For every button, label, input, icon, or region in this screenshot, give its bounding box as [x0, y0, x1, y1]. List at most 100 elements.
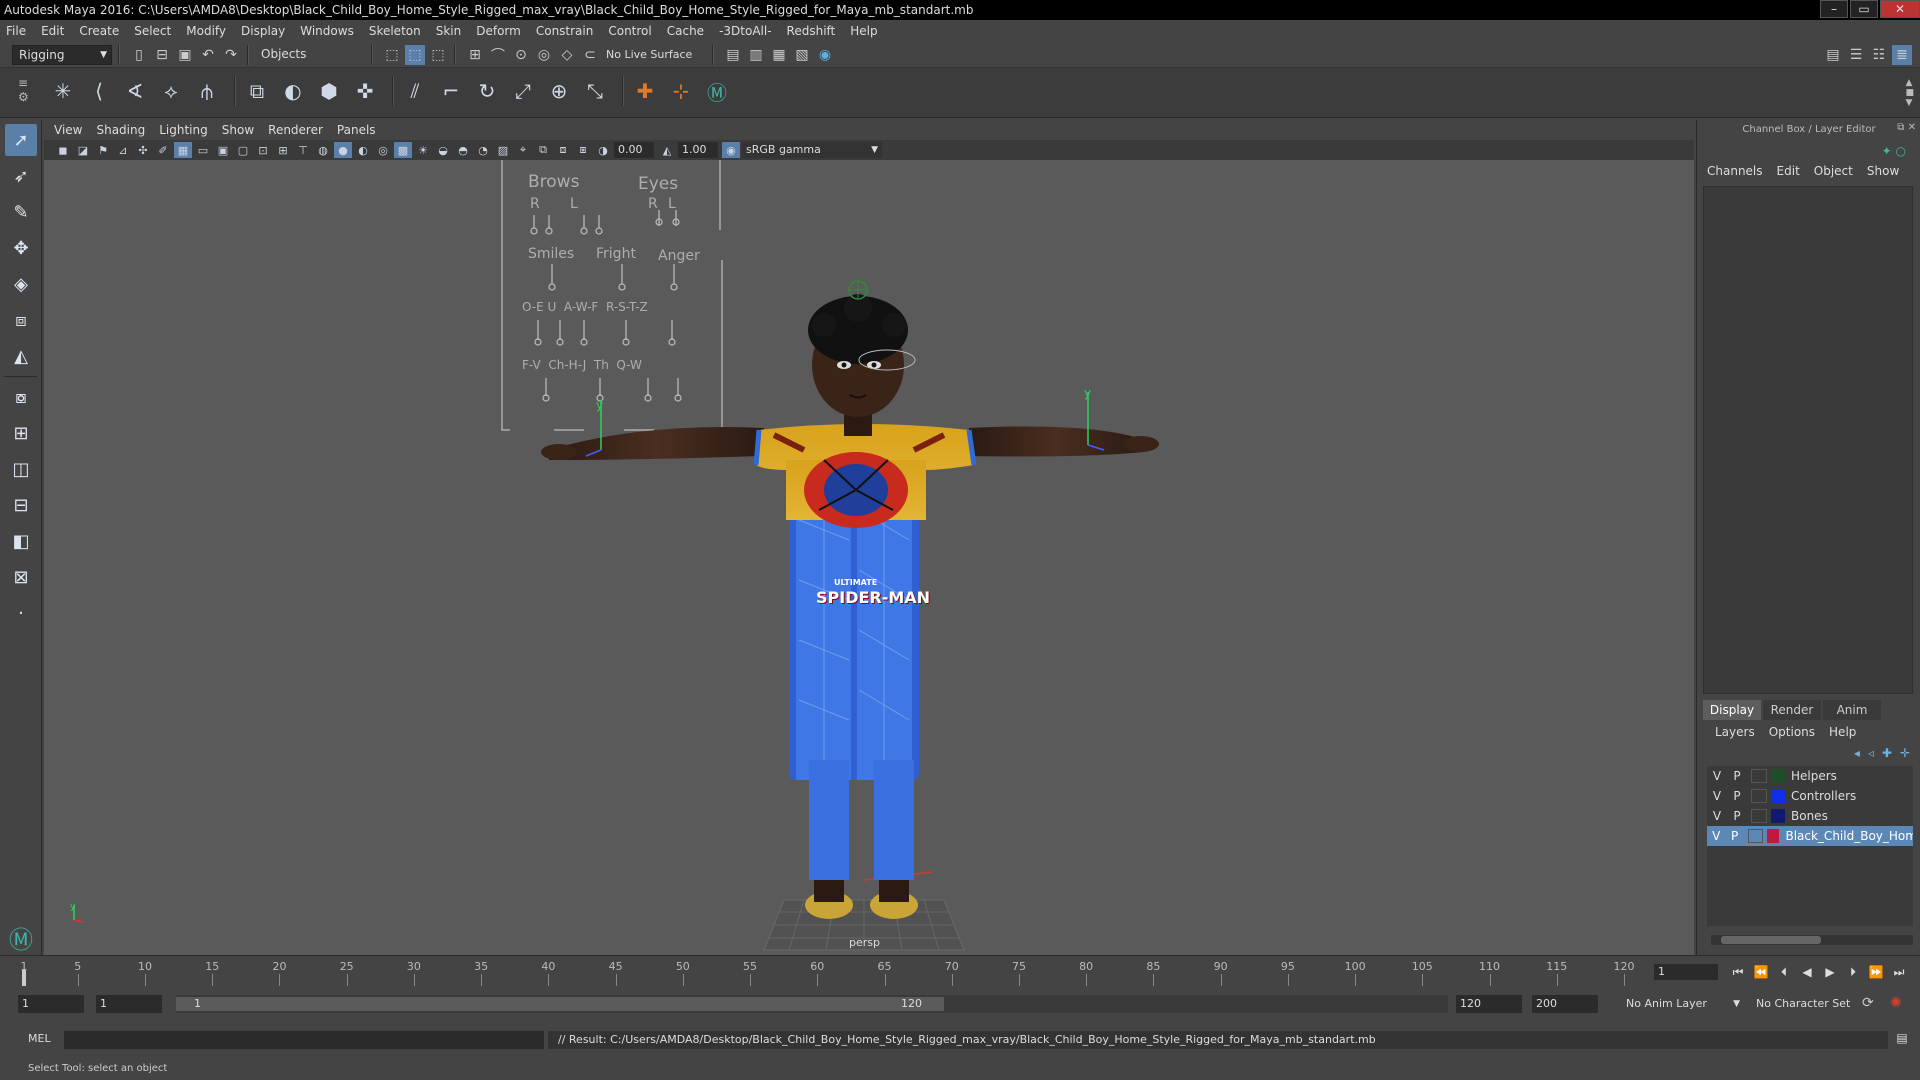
smooth-shade-icon[interactable]: ●: [334, 142, 352, 158]
textured-icon[interactable]: ▩: [394, 142, 412, 158]
layer-color-swatch[interactable]: [1771, 769, 1785, 783]
gate-mask-icon[interactable]: ▢: [234, 142, 252, 158]
close-button[interactable]: ✕: [1880, 0, 1920, 18]
grease-pencil-icon[interactable]: ✐: [154, 142, 172, 158]
menu-cache[interactable]: Cache: [667, 24, 704, 38]
select-hierarchy-icon[interactable]: ⬚: [382, 45, 402, 65]
paint-weights-icon[interactable]: ◐: [278, 76, 308, 106]
two-d-pan-icon[interactable]: ✣: [134, 142, 152, 158]
undo-icon[interactable]: ↶: [198, 45, 218, 65]
scrollbar-thumb[interactable]: [1721, 936, 1821, 944]
plugin-logo-icon[interactable]: Ⓜ: [702, 76, 732, 106]
tool-settings-icon[interactable]: ☷: [1869, 45, 1889, 65]
lattice-icon[interactable]: ⬢: [314, 76, 344, 106]
color-management-icon[interactable]: ◉: [722, 142, 740, 158]
layer-playback-toggle[interactable]: P: [1725, 829, 1743, 843]
new-layer-from-selection-icon[interactable]: ✛: [1900, 746, 1910, 760]
wireframe-on-shaded-icon[interactable]: ◎: [374, 142, 392, 158]
safe-title-icon[interactable]: ⊤: [294, 142, 312, 158]
layer-type-toggle[interactable]: [1751, 789, 1767, 803]
channel-menu-edit[interactable]: Edit: [1777, 164, 1800, 178]
bind-skin-icon[interactable]: ⧉: [242, 76, 272, 106]
parent-constraint-icon[interactable]: ⊕: [544, 76, 574, 106]
tab-render[interactable]: Render: [1763, 700, 1821, 720]
attribute-editor-icon[interactable]: ☰: [1846, 45, 1866, 65]
step-forward-frame-icon[interactable]: ⏵: [1843, 962, 1863, 982]
layer-row[interactable]: V P Helpers: [1707, 766, 1913, 786]
viewport-menu-renderer[interactable]: Renderer: [268, 123, 323, 137]
layer-color-swatch[interactable]: [1766, 829, 1780, 843]
safe-action-icon[interactable]: ⊞: [274, 142, 292, 158]
layer-row[interactable]: V P Bones: [1707, 806, 1913, 826]
channel-menu-show[interactable]: Show: [1867, 164, 1899, 178]
current-time-indicator[interactable]: [22, 970, 26, 986]
render-view-icon[interactable]: ▤: [723, 45, 743, 65]
outliner-layout-icon[interactable]: ⊟: [5, 489, 37, 521]
script-editor-icon[interactable]: ▤: [1892, 1031, 1912, 1049]
multisample-aa-icon[interactable]: ▨: [494, 142, 512, 158]
joint-tool-icon[interactable]: ✳: [48, 76, 78, 106]
menu-skin[interactable]: Skin: [436, 24, 462, 38]
viewport-menu-view[interactable]: View: [54, 123, 82, 137]
quick-layout-icon[interactable]: ⧇: [5, 381, 37, 413]
new-empty-layer-icon[interactable]: ✚: [1882, 746, 1892, 760]
hypershade-icon[interactable]: ◉: [815, 45, 835, 65]
menu-file[interactable]: File: [6, 24, 26, 38]
viewport-menu-shading[interactable]: Shading: [96, 123, 145, 137]
layer-visibility-toggle[interactable]: V: [1707, 809, 1727, 823]
resolution-gate-icon[interactable]: ▣: [214, 142, 232, 158]
layer-type-toggle[interactable]: [1751, 809, 1767, 823]
render-settings-icon[interactable]: ▧: [792, 45, 812, 65]
menu-modify[interactable]: Modify: [186, 24, 226, 38]
screen-space-ao-icon[interactable]: ◓: [454, 142, 472, 158]
viewport-menu-lighting[interactable]: Lighting: [159, 123, 208, 137]
time-slider[interactable]: 1 5 10 15 20 25 30 35 40 45 50 55 60 65 70 75 80 85 90 95 10…: [0, 955, 1920, 987]
move-layer-down-icon[interactable]: ◃: [1868, 746, 1874, 760]
bookmark-icon[interactable]: ⚑: [94, 142, 112, 158]
playback-start-field[interactable]: 1: [96, 995, 162, 1013]
last-tool-icon[interactable]: ◭: [5, 340, 37, 372]
layer-color-swatch[interactable]: [1771, 809, 1785, 823]
viewport-menu-panels[interactable]: Panels: [337, 123, 376, 137]
layer-list-scrollbar[interactable]: [1711, 935, 1913, 945]
wireframe-icon[interactable]: ◍: [314, 142, 332, 158]
layer-visibility-toggle[interactable]: V: [1707, 789, 1727, 803]
gamma-field[interactable]: 1.00: [678, 142, 718, 158]
grid-toggle-icon[interactable]: ▦: [174, 142, 192, 158]
ik-spline-icon[interactable]: ∢: [120, 76, 150, 106]
live-surface-label[interactable]: No Live Surface: [606, 48, 706, 61]
graph-layout-icon[interactable]: ◧: [5, 525, 37, 557]
channel-list[interactable]: [1703, 186, 1913, 694]
move-layer-up-icon[interactable]: ◂: [1854, 746, 1860, 760]
snap-grid-icon[interactable]: ⊞: [465, 45, 485, 65]
tab-anim[interactable]: Anim: [1823, 700, 1881, 720]
save-scene-icon[interactable]: ▣: [175, 45, 195, 65]
layer-menu-layers[interactable]: Layers: [1715, 725, 1755, 739]
menu-select[interactable]: Select: [134, 24, 171, 38]
four-view-layout-icon[interactable]: ⊞: [5, 417, 37, 449]
menu-control[interactable]: Control: [608, 24, 651, 38]
panel-options-icon[interactable]: ✦ ○: [1882, 144, 1906, 158]
layer-playback-toggle[interactable]: P: [1727, 769, 1747, 783]
xray-joints-icon[interactable]: ⧆: [574, 142, 592, 158]
channel-menu-object[interactable]: Object: [1814, 164, 1853, 178]
layer-menu-help[interactable]: Help: [1829, 725, 1856, 739]
snap-point-icon[interactable]: ⊙: [511, 45, 531, 65]
layer-playback-toggle[interactable]: P: [1727, 789, 1747, 803]
select-component-icon[interactable]: ⬚: [428, 45, 448, 65]
step-forward-key-icon[interactable]: ⏩: [1866, 962, 1886, 982]
current-frame-field[interactable]: 1: [1654, 964, 1718, 980]
default-material-icon[interactable]: ◐: [354, 142, 372, 158]
mirror-joint-icon[interactable]: ⫛: [192, 76, 222, 106]
film-gate-icon[interactable]: ▭: [194, 142, 212, 158]
preferences-icon[interactable]: ✺: [1890, 995, 1902, 1011]
redo-icon[interactable]: ↷: [221, 45, 241, 65]
layer-row-selected[interactable]: V P Black_Child_Boy_Home: [1707, 826, 1913, 846]
range-handle[interactable]: 1 120: [176, 997, 944, 1011]
new-scene-icon[interactable]: ▯: [129, 45, 149, 65]
scale-tool-icon[interactable]: ⧈: [5, 304, 37, 336]
snap-view-icon[interactable]: ◎: [534, 45, 554, 65]
paint-select-icon[interactable]: ✎: [5, 196, 37, 228]
character-set-selector[interactable]: No Character Set: [1750, 995, 1870, 1013]
menu-deform[interactable]: Deform: [476, 24, 521, 38]
